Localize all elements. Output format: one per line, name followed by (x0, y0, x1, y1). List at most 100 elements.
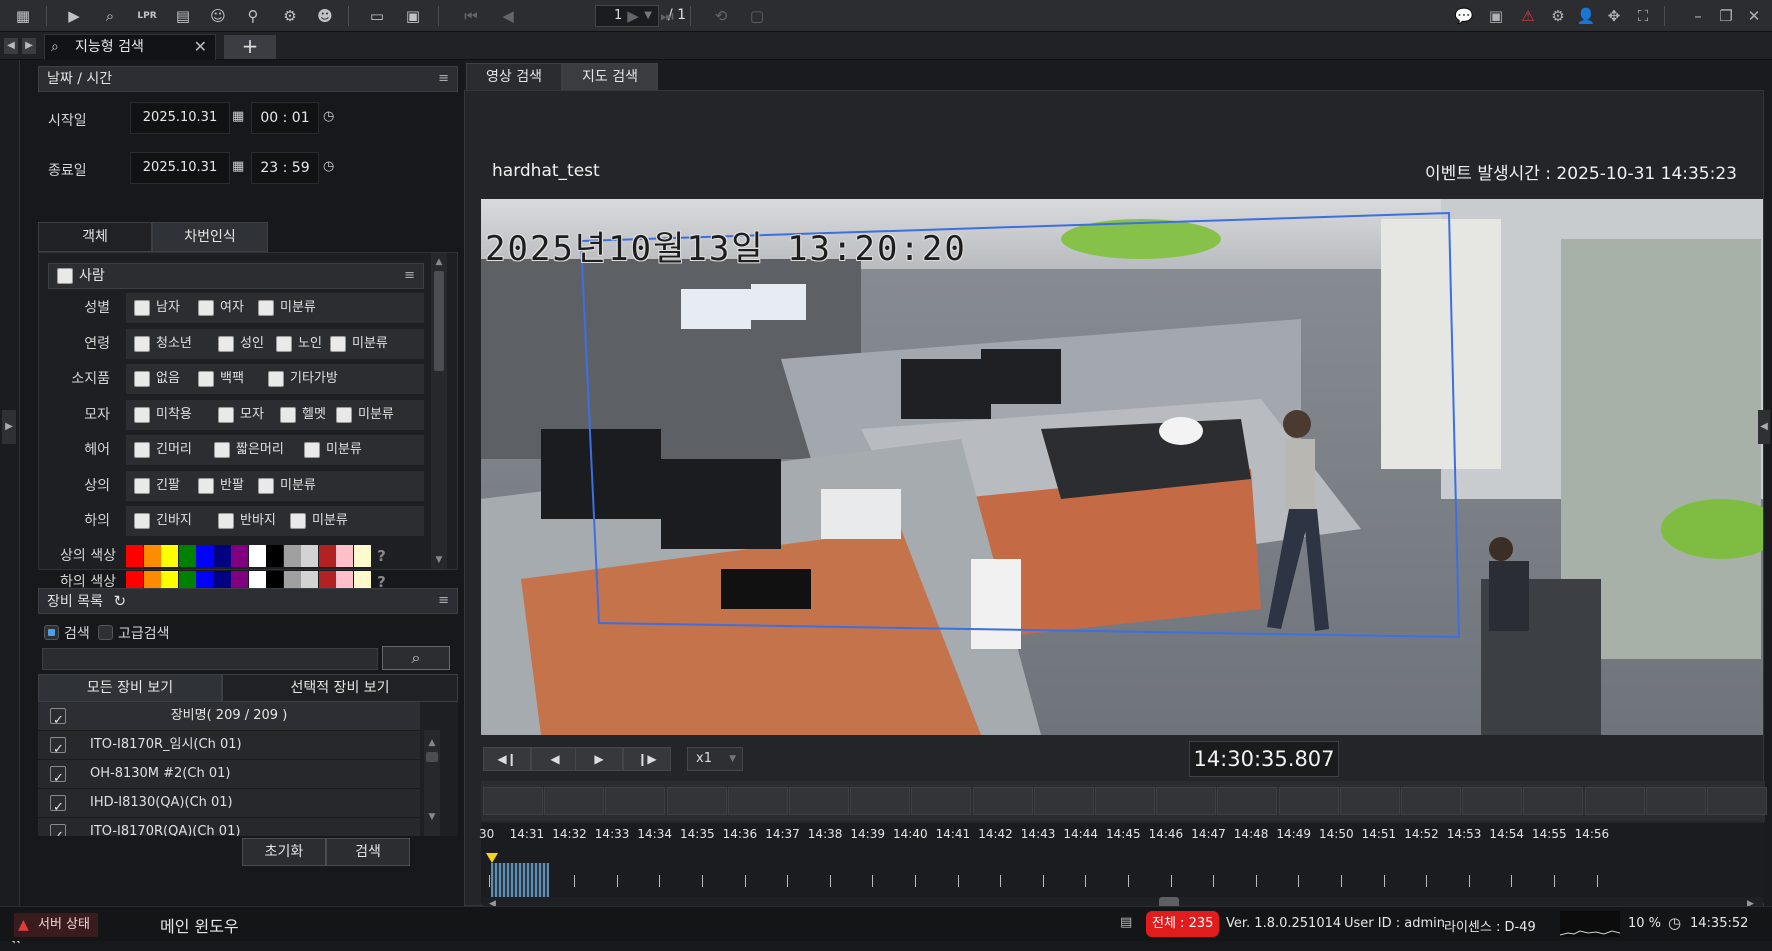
device-row[interactable]: IHD-I8130(QA)(Ch 01) (38, 788, 420, 822)
device-search-input[interactable] (42, 648, 378, 670)
option-checkbox[interactable] (218, 513, 234, 529)
device-checkbox[interactable] (50, 794, 66, 822)
tab-scroll-left-icon[interactable]: ◀ (4, 38, 18, 54)
server-status-button[interactable]: ▲ 서버 상태 (14, 913, 98, 937)
color-swatch[interactable] (301, 545, 318, 567)
option-checkbox[interactable] (134, 371, 150, 387)
option-checkbox[interactable] (134, 477, 150, 494)
minimize-icon[interactable]: – (1688, 6, 1708, 26)
menu-icon[interactable]: ≡ (438, 67, 449, 91)
calendar-grid-icon[interactable]: ▤ (172, 6, 194, 26)
option-checkbox[interactable] (268, 371, 284, 387)
option-checkbox[interactable] (134, 335, 150, 352)
option-checkbox[interactable] (258, 477, 274, 494)
menu-icon[interactable]: ≡ (404, 264, 415, 288)
close-icon[interactable]: ✕ (194, 35, 207, 59)
option-checkbox[interactable] (336, 406, 352, 423)
option-checkbox[interactable] (134, 406, 150, 423)
device-row[interactable]: ITO-I8170R(QA)(Ch 01) (38, 817, 420, 836)
option-checkbox[interactable] (198, 371, 214, 387)
event-log-icon[interactable]: ▤ (1120, 915, 1132, 930)
scroll-down-icon[interactable]: ▼ (431, 555, 447, 565)
tab-map-search[interactable]: 지도 검색 (562, 63, 658, 91)
thumbnail-frame[interactable] (911, 787, 972, 815)
calendar-icon[interactable]: ▦ (232, 109, 244, 124)
tab-intelligent-search[interactable]: ⌕ 지능형 검색 ✕ (44, 34, 216, 60)
thumbnail-frame[interactable] (1339, 787, 1400, 815)
tab-video-search[interactable]: 영상 검색 (466, 63, 562, 91)
option-checkbox[interactable] (134, 442, 150, 458)
device-status-icon[interactable]: ▣ (1486, 6, 1506, 26)
option-checkbox[interactable] (280, 406, 296, 423)
scroll-down-icon[interactable]: ▼ (424, 812, 440, 822)
tab-plate-recognition[interactable]: 차번인식 (152, 222, 268, 252)
timeline[interactable]: 30 14:31 14:32 14:33 14:34 14:35 14:36 14:37 14:… (479, 823, 1765, 913)
start-time-input[interactable]: 00 : 01 (251, 102, 319, 134)
color-swatch[interactable] (161, 545, 178, 567)
option-checkbox[interactable] (304, 442, 320, 458)
calendar-icon[interactable]: ▦ (232, 159, 244, 174)
play-button[interactable]: ▶ (575, 747, 623, 771)
chat-icon[interactable]: 💬 (1454, 6, 1474, 26)
device-row[interactable]: OH-8130M #2(Ch 01) (38, 759, 420, 793)
color-swatch[interactable] (126, 545, 143, 567)
color-swatch[interactable] (248, 545, 266, 567)
advanced-mode-radio[interactable] (98, 625, 113, 640)
speed-select[interactable]: x1 ▼ (687, 747, 743, 771)
thumbnail-frame[interactable] (1523, 787, 1584, 815)
person-filter-header[interactable]: 사람 ≡ (48, 263, 424, 289)
thumbnail-frame[interactable] (1278, 787, 1339, 815)
thumbnail-frame[interactable] (789, 787, 849, 815)
option-checkbox[interactable] (290, 513, 306, 529)
scroll-up-icon[interactable]: ▲ (431, 257, 447, 267)
thumbnail-frame[interactable] (1217, 787, 1278, 815)
gear-icon[interactable]: ⚙ (1548, 6, 1568, 26)
move-icon[interactable]: ✥ (1604, 6, 1624, 26)
thumbnail-frame[interactable] (483, 787, 543, 815)
thumbnail-frame[interactable] (1156, 787, 1217, 815)
color-swatch[interactable] (283, 545, 301, 567)
thumbnail-strip[interactable] (481, 781, 1767, 821)
device-row[interactable]: ITO-I8170R_임시(Ch 01) (38, 730, 420, 764)
lpr-icon[interactable]: LPR (136, 6, 158, 26)
first-page-icon[interactable]: ⏮ (460, 6, 482, 26)
thumbnail-frame[interactable] (1401, 787, 1461, 815)
expand-right-panel-icon[interactable]: ◀ (1758, 410, 1770, 444)
color-swatch[interactable] (143, 545, 161, 567)
thumbnail-frame[interactable] (1033, 787, 1094, 815)
end-time-input[interactable]: 23 : 59 (251, 152, 319, 184)
option-checkbox[interactable] (276, 335, 292, 352)
refresh-icon[interactable]: ↻ (113, 592, 126, 610)
fullscreen-icon[interactable]: ⛶ (1633, 6, 1653, 26)
next-page-icon[interactable]: ▶ (622, 6, 644, 26)
end-date-input[interactable]: 2025.10.31 (130, 152, 230, 184)
start-date-input[interactable]: 2025.10.31 (130, 102, 230, 134)
option-checkbox[interactable] (218, 335, 234, 352)
user-settings-icon[interactable]: ☻ (314, 6, 336, 26)
alarm-icon[interactable]: ⚠ (1518, 6, 1538, 26)
close-icon[interactable]: ✕ (1744, 6, 1764, 26)
next-frame-button[interactable]: ❙▶ (623, 747, 671, 771)
option-checkbox[interactable] (198, 300, 214, 316)
option-checkbox[interactable] (214, 442, 230, 458)
user-icon[interactable]: 👤 (1576, 6, 1596, 26)
thumbnail-frame[interactable] (605, 787, 666, 815)
color-swatch[interactable] (196, 545, 213, 567)
device-checkbox[interactable] (50, 823, 66, 836)
monitor-settings-icon[interactable]: ▣ (402, 6, 424, 26)
device-scrollbar[interactable]: ▲ ▼ (424, 730, 440, 836)
clock-icon[interactable]: ◷ (323, 159, 334, 174)
reset-button[interactable]: 초기화 (242, 838, 326, 866)
tab-object[interactable]: 객체 (38, 222, 152, 252)
last-page-icon[interactable]: ⏭ (656, 6, 678, 26)
thumbnail-frame[interactable] (1645, 787, 1706, 815)
device-checkbox[interactable] (50, 765, 66, 793)
video-search-icon[interactable]: ⌕ (99, 6, 121, 26)
scroll-up-icon[interactable]: ▲ (424, 738, 440, 748)
playback-icon[interactable]: ▶ (63, 6, 85, 26)
clock-icon[interactable]: ◷ (323, 109, 334, 124)
scroll-thumb[interactable] (426, 752, 438, 762)
option-checkbox[interactable] (258, 300, 274, 316)
unknown-color-icon[interactable]: ? (373, 545, 390, 567)
thumbnail-frame[interactable] (666, 787, 727, 815)
